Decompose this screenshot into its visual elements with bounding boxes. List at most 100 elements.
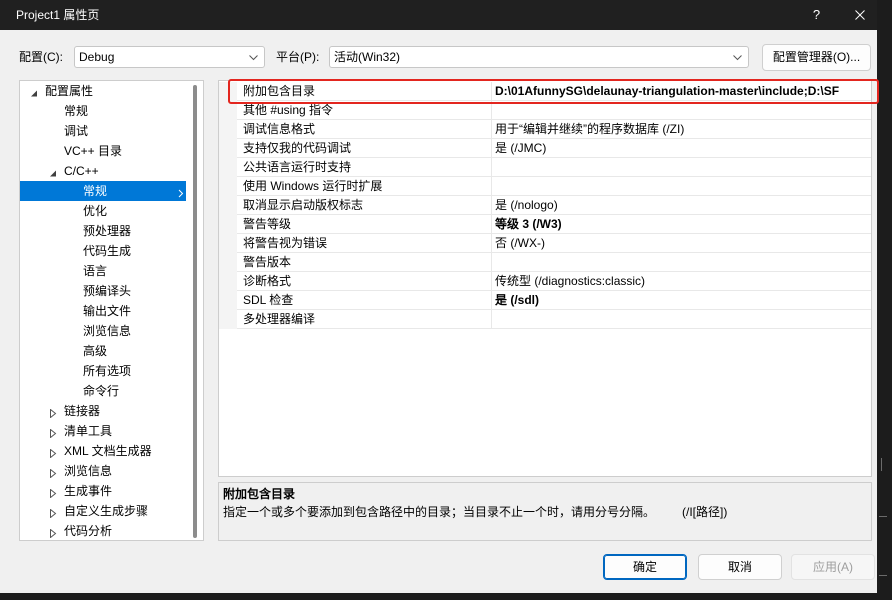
expanded-triangle-icon[interactable] xyxy=(30,87,38,97)
tree-item[interactable]: 浏览信息 xyxy=(20,321,186,341)
tree-item[interactable]: 代码分析 xyxy=(20,521,186,540)
tree-item[interactable]: 配置属性 xyxy=(20,81,186,101)
tree-item-label: XML 文档生成器 xyxy=(64,444,152,458)
property-grid[interactable]: 附加包含目录 D:\01AfunnySG\delaunay-triangulati… xyxy=(218,80,872,477)
collapsed-triangle-icon[interactable] xyxy=(49,467,57,479)
tree-item[interactable]: 语言 xyxy=(20,261,186,281)
property-row[interactable]: SDL 检查是 (/sdl) xyxy=(219,291,871,310)
tree-item[interactable]: 高级 xyxy=(20,341,186,361)
tree-item[interactable]: 自定义生成步骤 xyxy=(20,501,186,521)
tree-item[interactable]: 输出文件 xyxy=(20,301,186,321)
property-value[interactable] xyxy=(492,253,871,272)
collapsed-triangle-icon[interactable] xyxy=(49,527,57,539)
configuration-value: Debug xyxy=(79,50,115,64)
help-button[interactable]: ? xyxy=(800,0,833,30)
apply-button-label: 应用(A) xyxy=(813,560,853,574)
property-name: SDL 检查 xyxy=(237,291,492,310)
tree-item[interactable]: C/C++ xyxy=(20,161,186,181)
tree-item-label: 浏览信息 xyxy=(83,324,132,338)
tree-item[interactable]: XML 文档生成器 xyxy=(20,441,186,461)
collapsed-triangle-icon[interactable] xyxy=(49,447,57,459)
property-row[interactable]: 其他 #using 指令 xyxy=(219,101,871,120)
platform-dropdown[interactable]: 活动(Win32) xyxy=(329,46,749,68)
property-row[interactable]: 诊断格式 传统型 (/diagnostics:classic) xyxy=(219,272,871,291)
property-value[interactable]: 是 (/JMC) xyxy=(492,139,871,158)
property-row[interactable]: 取消显示启动版权标志是 (/nologo) xyxy=(219,196,871,215)
platform-value: 活动(Win32) xyxy=(334,50,401,64)
property-value[interactable]: D:\01AfunnySG\delaunay-triangulation-mas… xyxy=(492,82,871,101)
tree-item[interactable]: VC++ 目录 xyxy=(20,141,186,161)
property-name: 调试信息格式 xyxy=(237,120,492,139)
tree-item[interactable]: 预处理器 xyxy=(20,221,186,241)
property-value[interactable] xyxy=(492,101,871,120)
collapsed-triangle-icon[interactable] xyxy=(49,507,57,519)
property-row[interactable]: 警告等级 等级 3 (/W3) xyxy=(219,215,871,234)
platform-label: 平台(P): xyxy=(276,50,320,64)
tree-item-label: 高级 xyxy=(83,344,108,358)
property-value[interactable]: 等级 3 (/W3) xyxy=(492,215,871,234)
tree-item[interactable]: 清单工具 xyxy=(20,421,186,441)
property-value[interactable]: 用于“编辑并继续”的程序数据库 (/ZI) xyxy=(492,120,871,139)
chevron-down-icon xyxy=(249,55,258,61)
tree-item[interactable]: 代码生成 xyxy=(20,241,186,261)
apply-button[interactable]: 应用(A) xyxy=(791,554,875,580)
tree-item[interactable]: 所有选项 xyxy=(20,361,186,381)
cancel-button-label: 取消 xyxy=(727,560,752,574)
tree-item[interactable]: 调试 xyxy=(20,121,186,141)
ok-button[interactable]: 确定 xyxy=(603,554,687,580)
configuration-dropdown[interactable]: Debug xyxy=(74,46,265,68)
tree-item-label: 调试 xyxy=(64,124,89,138)
configuration-manager-button[interactable]: 配置管理器(O)... xyxy=(762,44,871,71)
property-value[interactable]: 否 (/WX-) xyxy=(492,234,871,253)
property-row[interactable]: 支持仅我的代码调试是 (/JMC) xyxy=(219,139,871,158)
property-row[interactable]: 公共语言运行时支持 xyxy=(219,158,871,177)
property-row[interactable]: 调试信息格式 用于“编辑并继续”的程序数据库 (/ZI) xyxy=(219,120,871,139)
tree-item-label: 浏览信息 xyxy=(64,464,113,478)
tree-item[interactable]: 命令行 xyxy=(20,381,186,401)
tree-item-label: 自定义生成步骤 xyxy=(64,504,149,518)
property-name: 警告等级 xyxy=(237,215,492,234)
property-value[interactable]: 传统型 (/diagnostics:classic) xyxy=(492,272,871,291)
tree-item-label: VC++ 目录 xyxy=(64,144,123,158)
property-row-gutter xyxy=(219,101,237,120)
property-value[interactable] xyxy=(492,177,871,196)
tree-item[interactable]: 链接器 xyxy=(20,401,186,421)
tree-scrollbar-thumb[interactable] xyxy=(193,85,197,538)
description-title: 附加包含目录 xyxy=(223,487,296,501)
property-value[interactable]: 是 (/sdl) xyxy=(492,291,871,310)
tree-item-label: 语言 xyxy=(83,264,108,278)
tree-item[interactable]: 预编译头 xyxy=(20,281,186,301)
title-bar[interactable]: Project1 属性页 ? xyxy=(0,0,877,30)
property-value[interactable] xyxy=(492,158,871,177)
property-row[interactable]: 附加包含目录 D:\01AfunnySG\delaunay-triangulati… xyxy=(219,82,871,101)
tree-item-label: 预处理器 xyxy=(83,224,132,238)
collapsed-triangle-icon[interactable] xyxy=(49,427,57,439)
cancel-button[interactable]: 取消 xyxy=(698,554,782,580)
tree-item[interactable]: 生成事件 xyxy=(20,481,186,501)
tree-item-label: 所有选项 xyxy=(83,364,132,378)
property-value[interactable] xyxy=(492,310,871,329)
property-row-gutter xyxy=(219,253,237,272)
expanded-triangle-icon[interactable] xyxy=(49,167,57,177)
tree-item[interactable]: 优化 xyxy=(20,201,186,221)
property-row-gutter xyxy=(219,82,237,101)
property-name: 使用 Windows 运行时扩展 xyxy=(237,177,492,196)
property-value[interactable]: 是 (/nologo) xyxy=(492,196,871,215)
tree-item[interactable]: 常规 xyxy=(20,181,186,201)
property-row[interactable]: 多处理器编译 xyxy=(219,310,871,329)
background-editor-fragment xyxy=(879,516,887,517)
property-category-tree[interactable]: 配置属性 常规 调试 VC++ 目录 C/C++ 常规 优化 预处理器 代码生成 语言 预编译头 输出… xyxy=(19,80,204,541)
property-row-gutter xyxy=(219,291,237,310)
tree-item-label: 命令行 xyxy=(83,384,120,398)
property-row-gutter xyxy=(219,158,237,177)
property-row[interactable]: 将警告视为错误否 (/WX-) xyxy=(219,234,871,253)
tree-item[interactable]: 常规 xyxy=(20,101,186,121)
property-row[interactable]: 使用 Windows 运行时扩展 xyxy=(219,177,871,196)
property-row[interactable]: 警告版本 xyxy=(219,253,871,272)
collapsed-triangle-icon[interactable] xyxy=(49,407,57,419)
close-button[interactable] xyxy=(843,0,877,30)
collapsed-triangle-icon[interactable] xyxy=(49,487,57,499)
property-name: 取消显示启动版权标志 xyxy=(237,196,492,215)
property-row-gutter xyxy=(219,272,237,291)
tree-item[interactable]: 浏览信息 xyxy=(20,461,186,481)
